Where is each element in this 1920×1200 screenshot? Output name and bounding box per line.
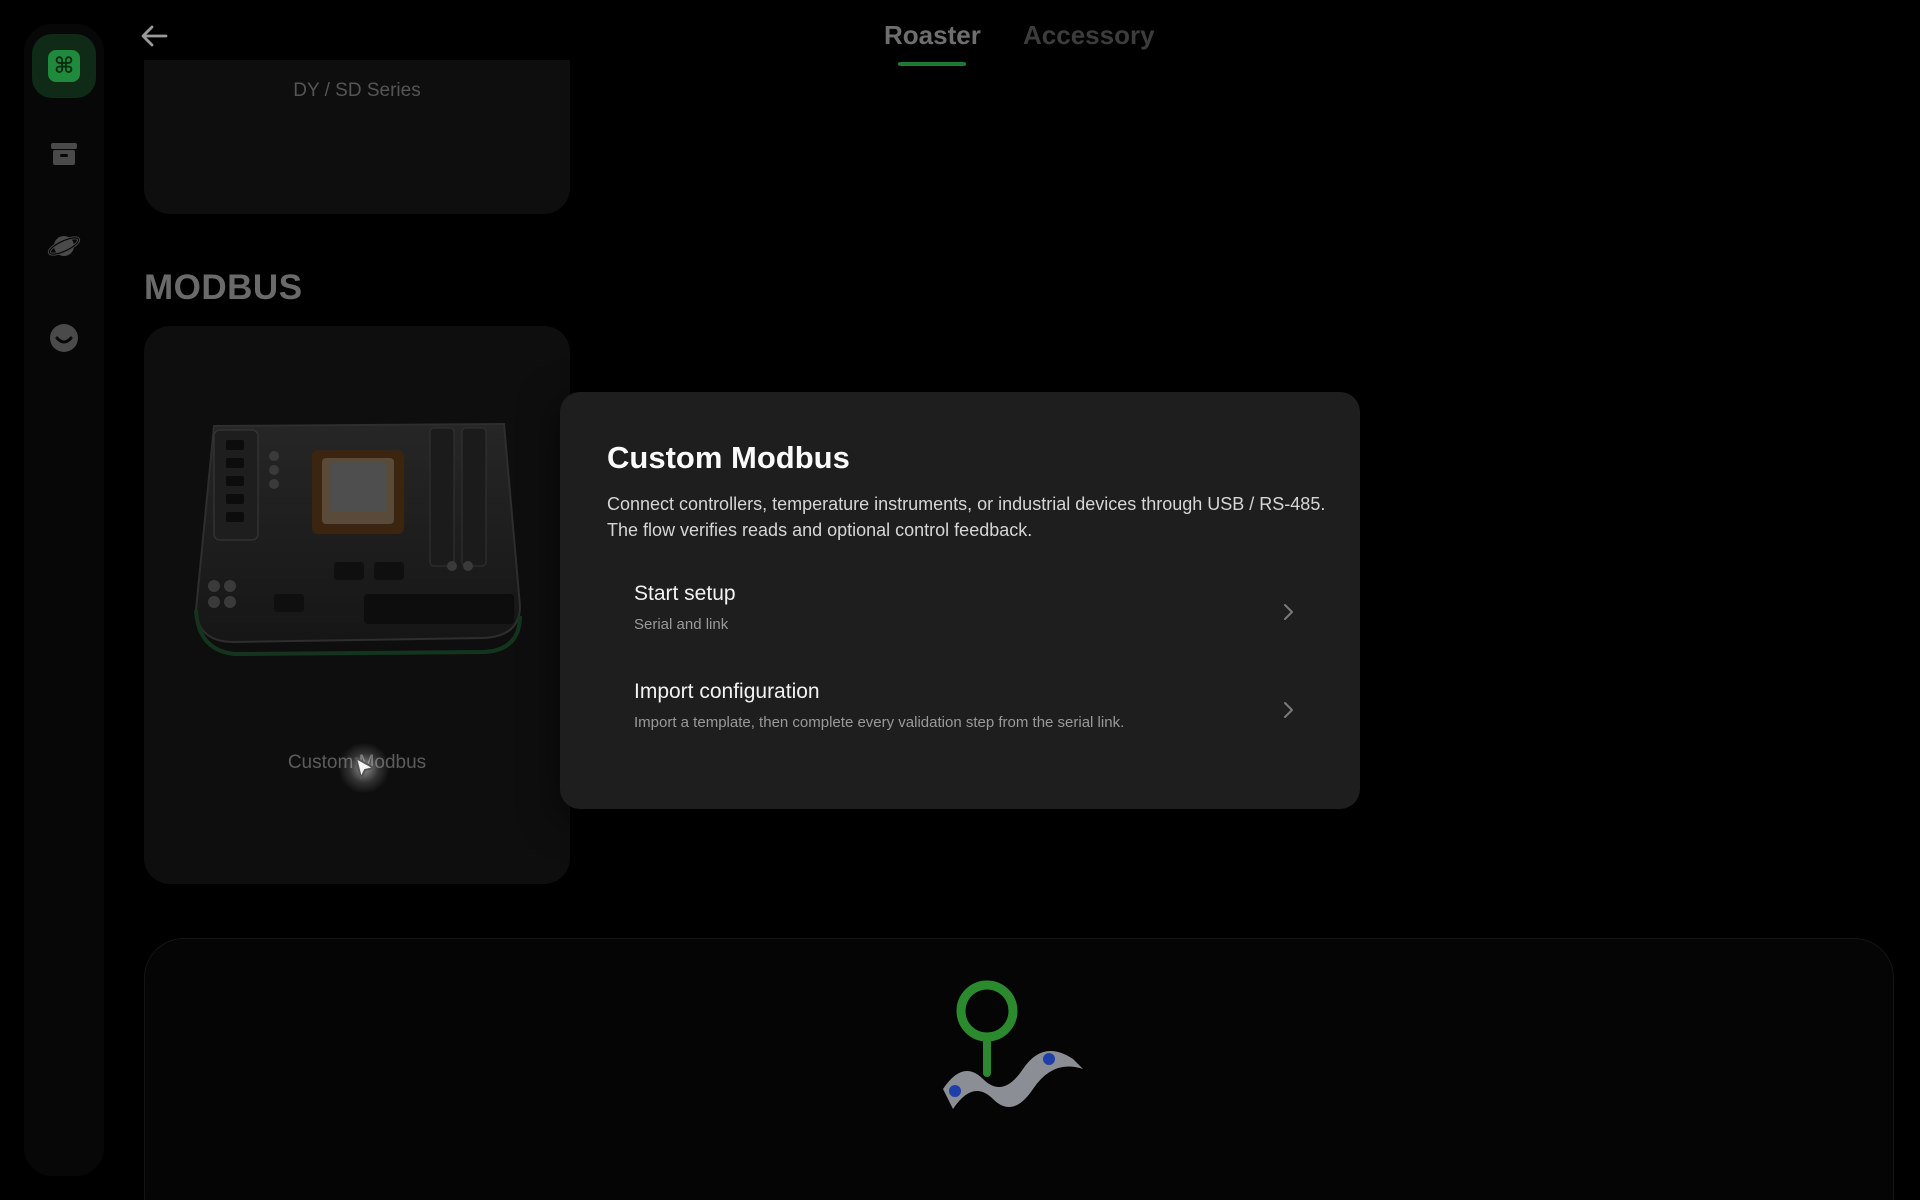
sidebar-item-profile[interactable] xyxy=(32,306,96,370)
device-card-custom-modbus[interactable]: Custom Modbus xyxy=(144,326,570,884)
custom-modbus-popover: Custom Modbus Connect controllers, tempe… xyxy=(560,392,1360,809)
option-title: Start setup xyxy=(634,582,736,605)
sidebar-item-explore[interactable] xyxy=(32,214,96,278)
planet-icon xyxy=(47,236,81,256)
popover-description: Connect controllers, temperature instrum… xyxy=(607,494,1326,540)
archive-box-icon xyxy=(51,143,77,165)
device-card-dy-sd[interactable]: DY / SD Series xyxy=(144,60,570,214)
magnifier-illustration xyxy=(943,980,1083,1109)
chevron-right-icon xyxy=(1284,702,1293,718)
app-root: ⌘ Roaster Accessory DY / SD Series MODBU… xyxy=(0,0,1920,1200)
sidebar: ⌘ xyxy=(24,24,104,1176)
device-card-label: DY / SD Series xyxy=(293,80,421,101)
import-configuration-option[interactable]: Import configuration Import a template, … xyxy=(620,680,1300,756)
pointer-cursor-icon xyxy=(355,757,375,779)
option-subtitle: Serial and link xyxy=(634,616,729,633)
start-setup-option[interactable]: Start setup Serial and link xyxy=(620,582,1300,658)
section-title-modbus: MODBUS xyxy=(144,268,303,307)
tab-accessory[interactable]: Accessory xyxy=(1023,20,1155,51)
sidebar-item-archive[interactable] xyxy=(32,122,96,186)
chevron-right-icon xyxy=(1284,604,1293,620)
circuit-board-illustration xyxy=(194,422,522,657)
empty-state-card xyxy=(144,938,1894,1200)
smile-face-icon xyxy=(50,324,78,352)
popover-title: Custom Modbus xyxy=(607,440,850,475)
option-title: Import configuration xyxy=(634,680,820,703)
tab-roaster[interactable]: Roaster xyxy=(884,20,981,51)
active-tab-indicator xyxy=(898,62,966,66)
option-subtitle: Import a template, then complete every v… xyxy=(634,714,1125,731)
